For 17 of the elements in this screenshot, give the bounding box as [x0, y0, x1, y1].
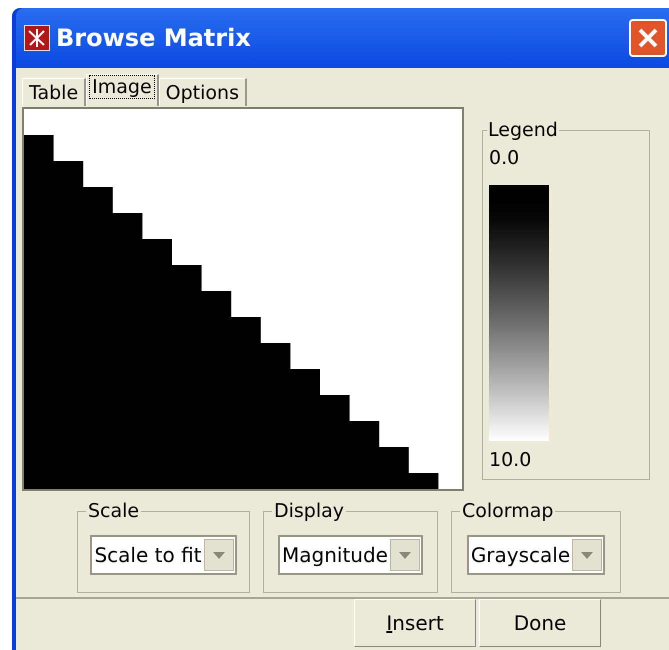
dropdown[interactable]: Scale to fit [90, 535, 237, 575]
group-label: Colormap [460, 500, 556, 522]
dropdown[interactable]: Grayscale [466, 535, 606, 575]
tab[interactable]: Image [86, 74, 159, 106]
close-button[interactable] [629, 19, 667, 57]
dialog-button[interactable]: Done [479, 599, 601, 647]
window-title: Browse Matrix [56, 23, 251, 54]
group-label: Display [272, 500, 346, 522]
dropdown[interactable]: Magnitude [278, 535, 423, 575]
tab[interactable]: Options [158, 78, 247, 106]
legend-title: Legend [487, 119, 559, 141]
legend-min-label: 10.0 [489, 449, 532, 471]
app-icon [24, 25, 50, 51]
dialog-button[interactable]: Insert [354, 599, 476, 647]
tab[interactable]: Table [22, 78, 86, 106]
legend-max-label: 0.0 [489, 147, 520, 169]
close-icon [637, 27, 659, 49]
